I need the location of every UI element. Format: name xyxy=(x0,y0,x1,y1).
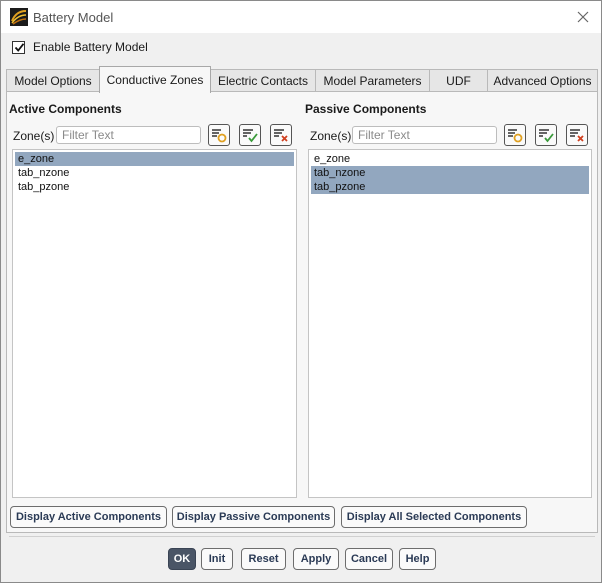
divider xyxy=(9,536,595,537)
passive-filter-settings-button[interactable] xyxy=(504,124,526,146)
filter-settings-icon xyxy=(212,129,227,143)
enable-battery-model-row[interactable]: Enable Battery Model xyxy=(12,39,148,55)
deselect-all-icon xyxy=(274,129,288,142)
passive-filter-input[interactable]: Filter Text xyxy=(352,126,497,144)
help-button[interactable]: Help xyxy=(399,548,436,570)
active-filter-input[interactable]: Filter Text xyxy=(56,126,201,144)
apply-button[interactable]: Apply xyxy=(293,548,339,570)
enable-battery-model-checkbox[interactable] xyxy=(12,40,25,54)
active-components-list[interactable]: e_zone tab_nzone tab_pzone xyxy=(12,149,297,498)
active-zones-label: Zone(s) xyxy=(13,129,55,143)
cancel-button[interactable]: Cancel xyxy=(345,548,393,570)
battery-model-dialog: Battery Model Enable Battery Model Model… xyxy=(0,0,602,583)
tab-model-options[interactable]: Model Options xyxy=(6,69,100,92)
list-item[interactable]: e_zone xyxy=(311,152,589,166)
tab-bar: Model Options Conductive Zones Electric … xyxy=(6,66,598,93)
reset-button[interactable]: Reset xyxy=(241,548,286,570)
passive-zones-label: Zone(s) xyxy=(310,129,352,143)
select-all-icon xyxy=(243,129,258,143)
list-item[interactable]: tab_pzone xyxy=(15,180,294,194)
passive-components-title: Passive Components xyxy=(305,102,427,116)
active-deselect-all-button[interactable] xyxy=(270,124,292,146)
display-active-components-button[interactable]: Display Active Components xyxy=(10,506,167,528)
init-button[interactable]: Init xyxy=(201,548,233,570)
list-item[interactable]: tab_nzone xyxy=(311,166,589,180)
active-select-all-button[interactable] xyxy=(239,124,261,146)
deselect-all-icon xyxy=(570,129,584,142)
passive-select-all-button[interactable] xyxy=(535,124,557,146)
list-item[interactable]: tab_nzone xyxy=(15,166,294,180)
ok-button[interactable]: OK xyxy=(168,548,196,570)
tab-advanced-options[interactable]: Advanced Options xyxy=(487,69,598,92)
tab-udf[interactable]: UDF xyxy=(429,69,488,92)
tab-model-parameters[interactable]: Model Parameters xyxy=(315,69,430,92)
list-item[interactable]: tab_pzone xyxy=(311,180,589,194)
checkmark-icon xyxy=(14,42,25,52)
filter-settings-icon xyxy=(508,129,523,143)
select-all-icon xyxy=(539,129,554,143)
title-bar: Battery Model xyxy=(1,1,601,33)
passive-deselect-all-button[interactable] xyxy=(566,124,588,146)
window-title: Battery Model xyxy=(33,10,114,25)
close-icon[interactable] xyxy=(573,7,593,27)
display-passive-components-button[interactable]: Display Passive Components xyxy=(172,506,335,528)
list-item[interactable]: e_zone xyxy=(15,152,294,166)
tab-conductive-zones[interactable]: Conductive Zones xyxy=(99,66,211,93)
display-all-selected-components-button[interactable]: Display All Selected Components xyxy=(341,506,527,528)
battery-model-icon xyxy=(10,8,28,26)
active-filter-settings-button[interactable] xyxy=(208,124,230,146)
enable-battery-model-label: Enable Battery Model xyxy=(33,40,148,54)
tab-electric-contacts[interactable]: Electric Contacts xyxy=(210,69,316,92)
active-components-title: Active Components xyxy=(9,102,122,116)
passive-components-list[interactable]: e_zone tab_nzone tab_pzone xyxy=(308,149,592,498)
